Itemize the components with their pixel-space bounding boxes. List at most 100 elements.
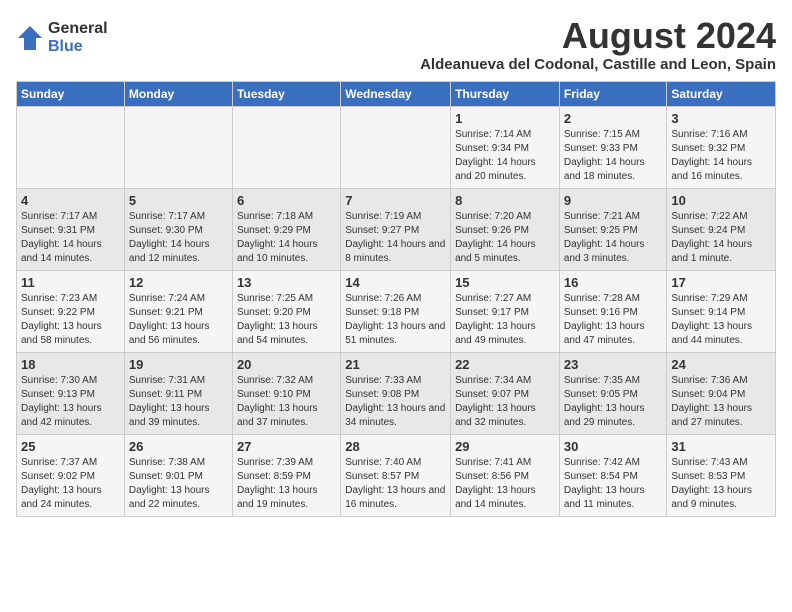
column-header-sunday: Sunday — [17, 81, 125, 106]
day-number: 16 — [564, 275, 663, 290]
calendar-cell: 23 Sunrise: 7:35 AM Sunset: 9:05 PM Dayli… — [559, 352, 667, 434]
day-number: 31 — [671, 439, 771, 454]
day-info: Sunrise: 7:27 AM Sunset: 9:17 PM Dayligh… — [455, 292, 555, 348]
calendar-body: 1 Sunrise: 7:14 AM Sunset: 9:34 PM Daylig… — [17, 106, 776, 516]
day-number: 4 — [21, 193, 120, 208]
day-info: Sunrise: 7:33 AM Sunset: 9:08 PM Dayligh… — [345, 374, 446, 430]
calendar-cell: 9 Sunrise: 7:21 AM Sunset: 9:25 PM Daylig… — [559, 188, 667, 270]
column-header-friday: Friday — [559, 81, 667, 106]
calendar-cell — [232, 106, 340, 188]
day-number: 11 — [21, 275, 120, 290]
calendar-cell: 16 Sunrise: 7:28 AM Sunset: 9:16 PM Dayli… — [559, 270, 667, 352]
day-info: Sunrise: 7:14 AM Sunset: 9:34 PM Dayligh… — [455, 128, 555, 184]
logo-general-text: General — [48, 20, 108, 38]
title-area: August 2024 Aldeanueva del Codonal, Cast… — [420, 16, 776, 73]
column-header-tuesday: Tuesday — [232, 81, 340, 106]
day-info: Sunrise: 7:37 AM Sunset: 9:02 PM Dayligh… — [21, 456, 120, 512]
calendar-cell: 28 Sunrise: 7:40 AM Sunset: 8:57 PM Dayli… — [341, 434, 451, 516]
day-info: Sunrise: 7:35 AM Sunset: 9:05 PM Dayligh… — [564, 374, 663, 430]
calendar-table: SundayMondayTuesdayWednesdayThursdayFrid… — [16, 81, 776, 517]
day-number: 1 — [455, 111, 555, 126]
calendar-cell: 4 Sunrise: 7:17 AM Sunset: 9:31 PM Daylig… — [17, 188, 125, 270]
calendar-cell: 3 Sunrise: 7:16 AM Sunset: 9:32 PM Daylig… — [667, 106, 776, 188]
header-row: SundayMondayTuesdayWednesdayThursdayFrid… — [17, 81, 776, 106]
calendar-cell: 7Sunrise: 7:19 AM Sunset: 9:27 PM Daylig… — [341, 188, 451, 270]
calendar-cell: 26 Sunrise: 7:38 AM Sunset: 9:01 PM Dayli… — [124, 434, 232, 516]
calendar-cell: 22 Sunrise: 7:34 AM Sunset: 9:07 PM Dayli… — [451, 352, 560, 434]
day-info: Sunrise: 7:40 AM Sunset: 8:57 PM Dayligh… — [345, 456, 446, 512]
day-number: 19 — [129, 357, 228, 372]
day-info: Sunrise: 7:38 AM Sunset: 9:01 PM Dayligh… — [129, 456, 228, 512]
day-info: Sunrise: 7:17 AM Sunset: 9:31 PM Dayligh… — [21, 210, 120, 266]
calendar-cell: 13Sunrise: 7:25 AM Sunset: 9:20 PM Dayli… — [232, 270, 340, 352]
day-number: 12 — [129, 275, 228, 290]
day-number: 22 — [455, 357, 555, 372]
day-info: Sunrise: 7:22 AM Sunset: 9:24 PM Dayligh… — [671, 210, 771, 266]
day-info: Sunrise: 7:20 AM Sunset: 9:26 PM Dayligh… — [455, 210, 555, 266]
day-number: 9 — [564, 193, 663, 208]
calendar-cell: 18Sunrise: 7:30 AM Sunset: 9:13 PM Dayli… — [17, 352, 125, 434]
day-info: Sunrise: 7:26 AM Sunset: 9:18 PM Dayligh… — [345, 292, 446, 348]
day-number: 8 — [455, 193, 555, 208]
day-info: Sunrise: 7:25 AM Sunset: 9:20 PM Dayligh… — [237, 292, 336, 348]
day-number: 14 — [345, 275, 446, 290]
calendar-cell: 30 Sunrise: 7:42 AM Sunset: 8:54 PM Dayli… — [559, 434, 667, 516]
day-number: 2 — [564, 111, 663, 126]
day-number: 7 — [345, 193, 446, 208]
day-info: Sunrise: 7:17 AM Sunset: 9:30 PM Dayligh… — [129, 210, 228, 266]
day-info: Sunrise: 7:41 AM Sunset: 8:56 PM Dayligh… — [455, 456, 555, 512]
day-info: Sunrise: 7:39 AM Sunset: 8:59 PM Dayligh… — [237, 456, 336, 512]
day-number: 17 — [671, 275, 771, 290]
calendar-cell: 14 Sunrise: 7:26 AM Sunset: 9:18 PM Dayli… — [341, 270, 451, 352]
day-info: Sunrise: 7:32 AM Sunset: 9:10 PM Dayligh… — [237, 374, 336, 430]
calendar-cell: 1 Sunrise: 7:14 AM Sunset: 9:34 PM Daylig… — [451, 106, 560, 188]
day-info: Sunrise: 7:42 AM Sunset: 8:54 PM Dayligh… — [564, 456, 663, 512]
column-header-saturday: Saturday — [667, 81, 776, 106]
day-number: 29 — [455, 439, 555, 454]
day-info: Sunrise: 7:36 AM Sunset: 9:04 PM Dayligh… — [671, 374, 771, 430]
day-number: 3 — [671, 111, 771, 126]
day-number: 30 — [564, 439, 663, 454]
calendar-cell: 8 Sunrise: 7:20 AM Sunset: 9:26 PM Daylig… — [451, 188, 560, 270]
calendar-cell: 25 Sunrise: 7:37 AM Sunset: 9:02 PM Dayli… — [17, 434, 125, 516]
day-info: Sunrise: 7:24 AM Sunset: 9:21 PM Dayligh… — [129, 292, 228, 348]
calendar-cell: 21Sunrise: 7:33 AM Sunset: 9:08 PM Dayli… — [341, 352, 451, 434]
calendar-cell: 10Sunrise: 7:22 AM Sunset: 9:24 PM Dayli… — [667, 188, 776, 270]
calendar-cell: 6Sunrise: 7:18 AM Sunset: 9:29 PM Daylig… — [232, 188, 340, 270]
calendar-cell: 24Sunrise: 7:36 AM Sunset: 9:04 PM Dayli… — [667, 352, 776, 434]
logo-blue-text: Blue — [48, 38, 108, 56]
day-info: Sunrise: 7:34 AM Sunset: 9:07 PM Dayligh… — [455, 374, 555, 430]
day-info: Sunrise: 7:16 AM Sunset: 9:32 PM Dayligh… — [671, 128, 771, 184]
calendar-week-row: 11 Sunrise: 7:23 AM Sunset: 9:22 PM Dayli… — [17, 270, 776, 352]
calendar-cell: 2 Sunrise: 7:15 AM Sunset: 9:33 PM Daylig… — [559, 106, 667, 188]
day-info: Sunrise: 7:18 AM Sunset: 9:29 PM Dayligh… — [237, 210, 336, 266]
day-info: Sunrise: 7:21 AM Sunset: 9:25 PM Dayligh… — [564, 210, 663, 266]
day-info: Sunrise: 7:29 AM Sunset: 9:14 PM Dayligh… — [671, 292, 771, 348]
month-year-title: August 2024 — [420, 16, 776, 56]
day-number: 26 — [129, 439, 228, 454]
day-number: 23 — [564, 357, 663, 372]
day-number: 28 — [345, 439, 446, 454]
calendar-week-row: 1 Sunrise: 7:14 AM Sunset: 9:34 PM Daylig… — [17, 106, 776, 188]
page-header: General Blue August 2024 Aldeanueva del … — [16, 16, 776, 73]
day-number: 18 — [21, 357, 120, 372]
day-number: 20 — [237, 357, 336, 372]
day-info: Sunrise: 7:23 AM Sunset: 9:22 PM Dayligh… — [21, 292, 120, 348]
calendar-cell: 31 Sunrise: 7:43 AM Sunset: 8:53 PM Dayli… — [667, 434, 776, 516]
day-info: Sunrise: 7:28 AM Sunset: 9:16 PM Dayligh… — [564, 292, 663, 348]
calendar-cell — [17, 106, 125, 188]
column-header-monday: Monday — [124, 81, 232, 106]
day-number: 15 — [455, 275, 555, 290]
day-number: 25 — [21, 439, 120, 454]
day-info: Sunrise: 7:43 AM Sunset: 8:53 PM Dayligh… — [671, 456, 771, 512]
calendar-week-row: 18Sunrise: 7:30 AM Sunset: 9:13 PM Dayli… — [17, 352, 776, 434]
day-info: Sunrise: 7:15 AM Sunset: 9:33 PM Dayligh… — [564, 128, 663, 184]
column-header-wednesday: Wednesday — [341, 81, 451, 106]
calendar-cell: 12 Sunrise: 7:24 AM Sunset: 9:21 PM Dayli… — [124, 270, 232, 352]
calendar-week-row: 25 Sunrise: 7:37 AM Sunset: 9:02 PM Dayli… — [17, 434, 776, 516]
calendar-cell: 11 Sunrise: 7:23 AM Sunset: 9:22 PM Dayli… — [17, 270, 125, 352]
calendar-cell — [124, 106, 232, 188]
calendar-cell: 29 Sunrise: 7:41 AM Sunset: 8:56 PM Dayli… — [451, 434, 560, 516]
day-number: 5 — [129, 193, 228, 208]
column-header-thursday: Thursday — [451, 81, 560, 106]
